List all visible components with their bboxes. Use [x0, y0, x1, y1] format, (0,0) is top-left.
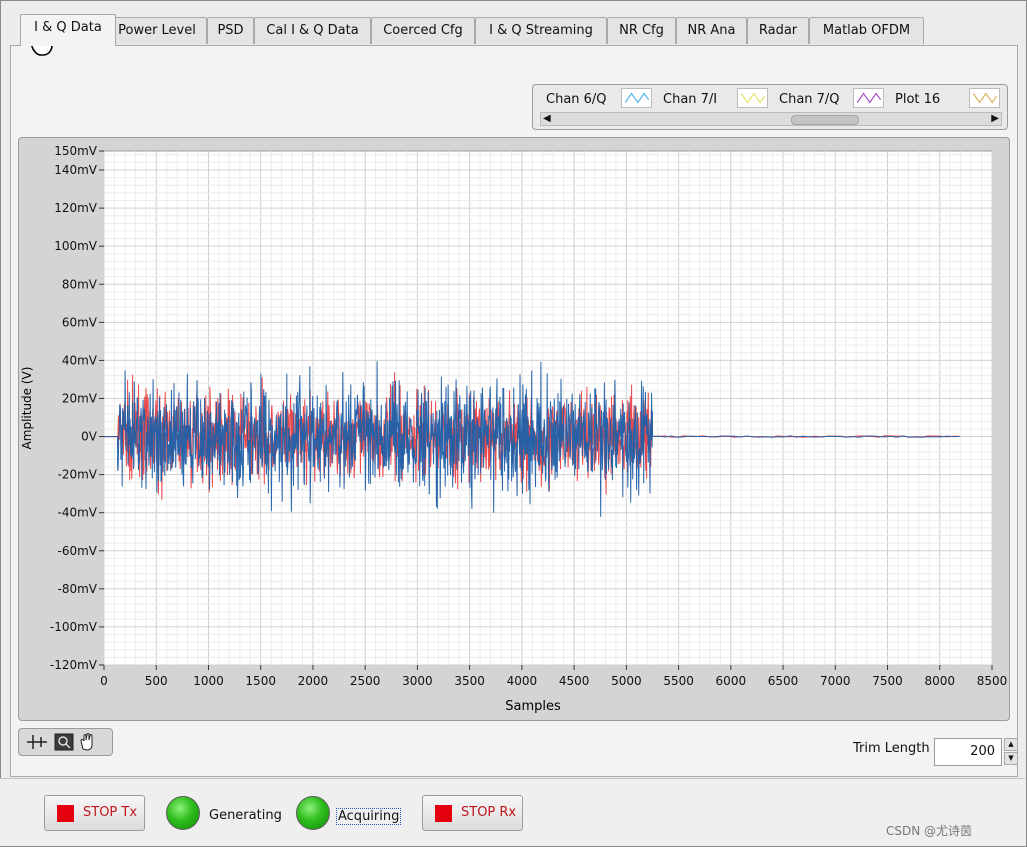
increment-icon[interactable]: ▲: [1004, 738, 1018, 751]
legend-swatch-chan7q[interactable]: [853, 88, 884, 108]
x-tick-label: 3500: [454, 674, 485, 688]
x-tick-label: 7000: [820, 674, 851, 688]
legend-swatch-chan7i[interactable]: [737, 88, 768, 108]
legend-label: Plot 16: [895, 92, 941, 107]
decrement-icon[interactable]: ▼: [1004, 752, 1018, 765]
graph-palette: [18, 728, 113, 756]
x-tick-label: 4500: [559, 674, 590, 688]
trim-length-stepper[interactable]: ▲ ▼: [1004, 738, 1018, 766]
plot-legend[interactable]: Chan 6/Q Chan 7/I Chan 7/Q Plot 16 ◀ ▶: [532, 84, 1008, 130]
stop-tx-button[interactable]: STOP Tx: [44, 795, 145, 831]
x-axis: 0 500 1000 1500 2000 2500 3000 3500 4000 4500 5000…: [100, 665, 1007, 688]
plot-area[interactable]: [103, 150, 993, 666]
pan-hand-icon[interactable]: [80, 733, 93, 751]
x-tick-label: 8000: [924, 674, 955, 688]
y-axis: 150mV 140mV 120mV 100mV 80mV 60mV 40mV 20mV 0V -2…: [50, 144, 104, 672]
y-axis-label: Amplitude (V): [20, 367, 34, 450]
x-tick-label: 7500: [872, 674, 903, 688]
y-tick-label: -80mV: [58, 582, 98, 596]
stop-square-icon: [435, 805, 452, 822]
tab-radar[interactable]: Radar: [747, 17, 809, 44]
trim-length-label: Trim Length: [853, 741, 930, 756]
x-tick-label: 3000: [402, 674, 433, 688]
tab-nr-ana[interactable]: NR Ana: [676, 17, 747, 44]
tab-iq-data[interactable]: I & Q Data: [20, 14, 116, 46]
y-tick-label: -100mV: [50, 620, 98, 634]
cursor-move-icon[interactable]: [27, 735, 47, 749]
stop-square-icon: [57, 805, 74, 822]
legend-swatch-plot16[interactable]: [969, 88, 1000, 108]
y-tick-label: 60mV: [62, 315, 98, 329]
x-tick-label: 1500: [245, 674, 276, 688]
trim-length-input[interactable]: 200: [934, 738, 1002, 766]
y-tick-label: 20mV: [62, 391, 98, 405]
y-tick-label: 120mV: [54, 201, 98, 215]
y-tick-label: -60mV: [58, 544, 98, 558]
tab-cal-iq-data[interactable]: Cal I & Q Data: [254, 17, 371, 44]
x-axis-label: Samples: [505, 699, 561, 714]
generating-label: Generating: [209, 808, 282, 823]
x-tick-label: 500: [145, 674, 168, 688]
x-tick-label: 6000: [716, 674, 747, 688]
tab-coerced-cfg[interactable]: Coerced Cfg: [371, 17, 475, 44]
tab-matlab-ofdm[interactable]: Matlab OFDM: [809, 17, 924, 44]
y-tick-label: -20mV: [58, 468, 98, 482]
tab-iq-streaming[interactable]: I & Q Streaming: [475, 17, 607, 44]
x-tick-label: 4000: [507, 674, 538, 688]
x-tick-label: 1000: [193, 674, 224, 688]
scroll-right-icon[interactable]: ▶: [991, 113, 999, 125]
tab-power-level[interactable]: Power Level: [107, 17, 207, 44]
scroll-left-icon[interactable]: ◀: [543, 113, 551, 125]
legend-swatch-chan6q[interactable]: [621, 88, 652, 108]
stop-rx-label: STOP Rx: [461, 805, 517, 820]
legend-label: Chan 6/Q: [546, 92, 607, 107]
legend-scrollbar[interactable]: ◀ ▶: [540, 112, 1002, 126]
y-tick-label: 100mV: [54, 239, 98, 253]
y-tick-label: 140mV: [54, 163, 98, 177]
x-tick-label: 6500: [768, 674, 799, 688]
x-tick-label: 2500: [350, 674, 381, 688]
tab-nr-cfg[interactable]: NR Cfg: [607, 17, 676, 44]
zoom-icon[interactable]: [54, 733, 74, 751]
tab-psd[interactable]: PSD: [207, 17, 254, 44]
waveform-graph: 150mV 140mV 120mV 100mV 80mV 60mV 40mV 20mV 0V -2…: [18, 137, 1010, 721]
x-tick-label: 5000: [611, 674, 642, 688]
scroll-thumb[interactable]: [791, 115, 859, 125]
watermark: CSDN @尤诗茵: [886, 824, 973, 838]
chart-svg[interactable]: 150mV 140mV 120mV 100mV 80mV 60mV 40mV 20mV 0V -2…: [19, 138, 1009, 720]
y-tick-label: -40mV: [58, 506, 98, 520]
y-tick-label: -120mV: [50, 658, 98, 672]
x-tick-label: 8500: [977, 674, 1008, 688]
legend-label: Chan 7/Q: [779, 92, 840, 107]
stop-tx-label: STOP Tx: [83, 805, 138, 820]
generating-led: [166, 796, 200, 830]
legend-label: Chan 7/I: [663, 92, 718, 107]
x-tick-label: 2000: [298, 674, 329, 688]
x-tick-label: 5500: [663, 674, 694, 688]
acquiring-label: Acquiring: [336, 808, 402, 825]
y-tick-label: 40mV: [62, 353, 98, 367]
stop-rx-button[interactable]: STOP Rx: [422, 795, 523, 831]
x-tick-label: 0: [100, 674, 108, 688]
y-tick-label: 0V: [81, 430, 98, 444]
y-tick-label: 150mV: [54, 144, 98, 158]
acquiring-led: [296, 796, 330, 830]
y-tick-label: 80mV: [62, 277, 98, 291]
